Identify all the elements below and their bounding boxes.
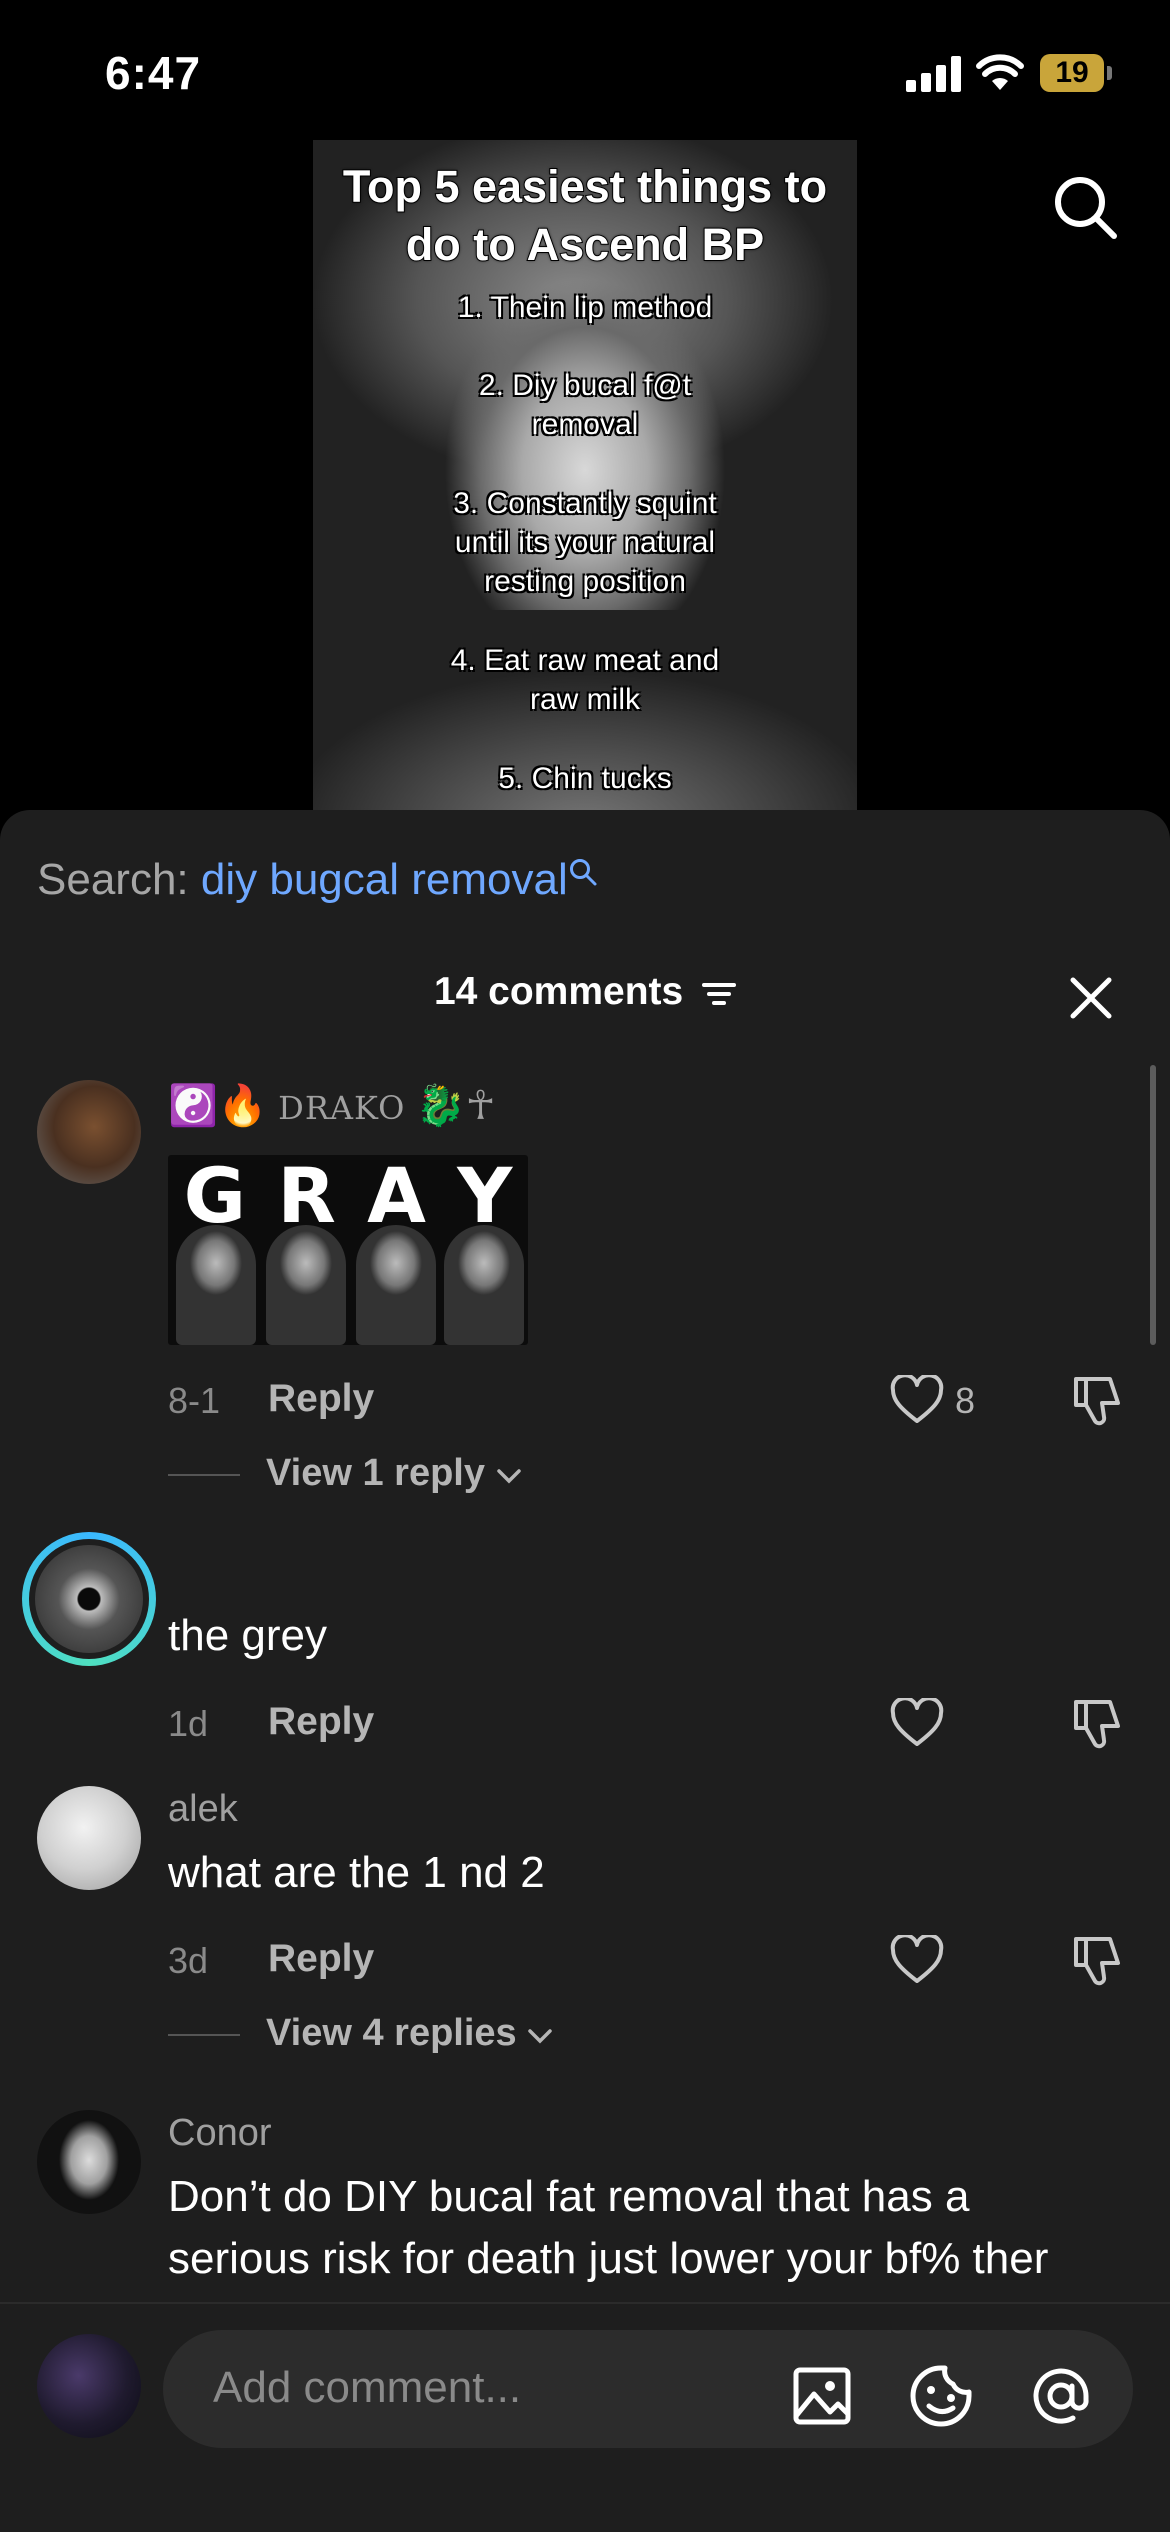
- comment-username[interactable]: ☯️🔥 DRAKO 🐉☥: [168, 1082, 496, 1129]
- heart-icon[interactable]: [890, 1375, 944, 1425]
- status-bar: 6:47 19: [0, 0, 1170, 140]
- chevron-down-icon: [496, 1469, 521, 1484]
- view-replies-button[interactable]: View 1 reply: [168, 1452, 522, 1495]
- comment-input[interactable]: Add comment...: [163, 2330, 1133, 2448]
- comments-sheet: Search: diy bugcal removal 14 comments ☯…: [0, 810, 1170, 2532]
- reply-button[interactable]: Reply: [268, 1700, 374, 1744]
- mention-icon[interactable]: [1029, 2364, 1093, 2428]
- comments-header: 14 comments: [0, 970, 1170, 1014]
- heart-icon[interactable]: [890, 1935, 944, 1985]
- comment-text: the grey: [168, 1611, 327, 1660]
- reply-button[interactable]: Reply: [268, 1937, 374, 1981]
- video-item-3: 3. Constantly squint: [453, 487, 717, 520]
- comments-count: 14 comments: [433, 970, 684, 1013]
- search-suggestion[interactable]: Search: diy bugcal removal: [37, 855, 598, 905]
- image-icon[interactable]: [790, 2364, 854, 2428]
- search-icon: [569, 859, 597, 886]
- video-item-4: 4. Eat raw meat and: [450, 644, 720, 677]
- avatar[interactable]: [37, 2110, 141, 2214]
- comment-username[interactable]: alek: [168, 1788, 238, 1831]
- avatar[interactable]: [37, 1080, 141, 1184]
- comment-input-placeholder: Add comment...: [213, 2363, 522, 2412]
- username-text: DRAKO: [278, 1089, 406, 1127]
- search-icon[interactable]: [1050, 172, 1120, 242]
- sticker-icon[interactable]: [909, 2364, 973, 2428]
- video-item-1: 1. Thein lip method: [457, 291, 713, 324]
- search-suggestion-query[interactable]: diy bugcal removal: [201, 855, 568, 904]
- dislike-icon[interactable]: [1070, 1696, 1124, 1750]
- video-item-3-cont: until its your natural: [454, 526, 716, 559]
- comment-image[interactable]: G R A Y: [168, 1155, 528, 1345]
- username-emoji-suffix: 🐉☥: [415, 1084, 496, 1128]
- battery-icon: 19: [1040, 54, 1112, 92]
- video-preview[interactable]: Top 5 easiest things to do to Ascend BP …: [313, 140, 857, 810]
- filter-icon[interactable]: [702, 980, 737, 1008]
- my-avatar[interactable]: [37, 2334, 141, 2438]
- video-item-2: 2. Diy bucal f@t: [478, 369, 692, 402]
- avatar[interactable]: [22, 1532, 156, 1666]
- dislike-icon[interactable]: [1070, 1933, 1124, 1987]
- wifi-icon: [976, 54, 1024, 90]
- comment-username[interactable]: Conor: [168, 2112, 272, 2155]
- comment-text-cont: serious risk for death just lower your b…: [168, 2234, 1049, 2283]
- video-item-2-cont: removal: [531, 408, 639, 441]
- search-suggestion-label: Search:: [37, 855, 189, 904]
- video-title: Top 5 easiest things to do to Ascend BP: [342, 160, 828, 271]
- comment-text: what are the 1 nd 2: [168, 1848, 545, 1897]
- battery-level: 19: [1040, 54, 1104, 92]
- comment-time: 1d: [168, 1703, 209, 1744]
- username-emoji-prefix: ☯️🔥: [168, 1084, 268, 1128]
- comment-text: Don’t do DIY bucal fat removal that has …: [168, 2172, 970, 2221]
- comment-composer: Add comment...: [0, 2302, 1170, 2532]
- view-replies-button[interactable]: View 4 replies: [168, 2012, 553, 2055]
- comment-time: 8-1: [168, 1380, 221, 1421]
- video-item-5: 5. Chin tucks: [498, 762, 672, 795]
- close-icon[interactable]: [1068, 975, 1114, 1021]
- cellular-signal-icon: [906, 56, 962, 92]
- scrollbar[interactable]: [1150, 1065, 1156, 1345]
- chevron-down-icon: [528, 2029, 552, 2044]
- heart-icon[interactable]: [890, 1698, 944, 1748]
- status-time: 6:47: [105, 47, 202, 99]
- dislike-icon[interactable]: [1070, 1373, 1124, 1427]
- reply-button[interactable]: Reply: [268, 1377, 374, 1421]
- comment-time: 3d: [168, 1940, 209, 1981]
- like-count: 8: [955, 1380, 976, 1421]
- video-item-4-cont: raw milk: [530, 683, 640, 716]
- video-item-3-cont2: resting position: [484, 565, 686, 598]
- avatar[interactable]: [37, 1786, 141, 1890]
